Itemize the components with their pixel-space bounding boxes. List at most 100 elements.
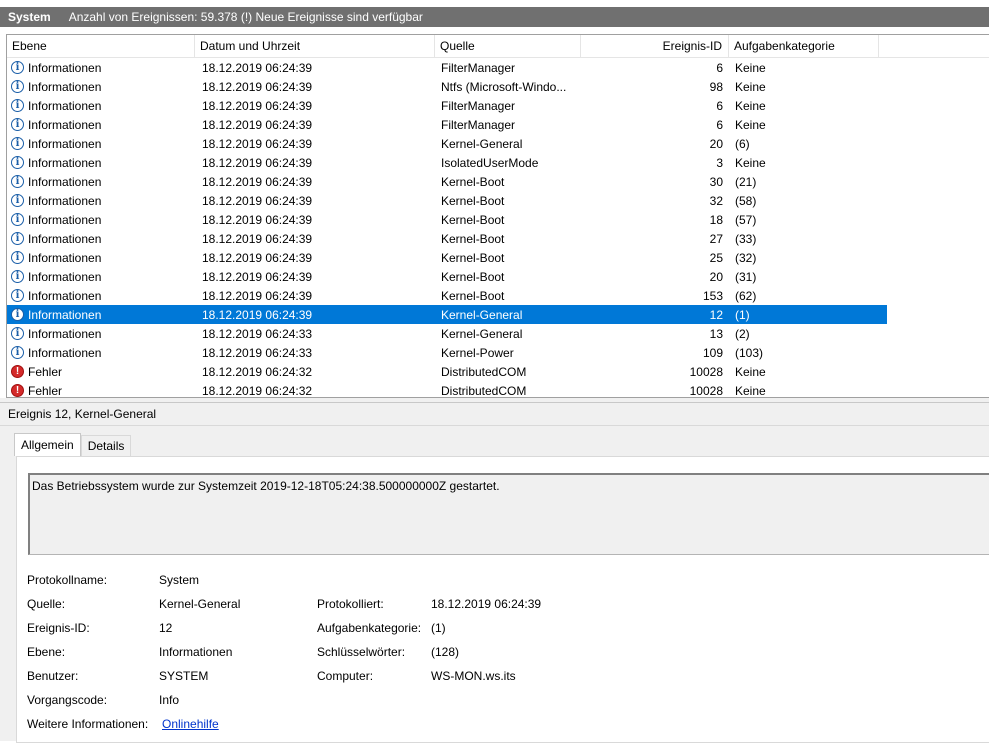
level-text: Informationen: [28, 155, 102, 170]
cell-date: 18.12.2019 06:24:39: [202, 79, 313, 94]
cell-task-category: (32): [735, 250, 757, 265]
error-icon: !: [11, 365, 24, 378]
table-row[interactable]: i Informationen 18.12.2019 06:24:33 Kernel-…: [7, 324, 887, 343]
info-icon: i: [11, 99, 24, 112]
level-text: Informationen: [28, 117, 102, 132]
cell-event-id: 32: [709, 193, 723, 208]
cell-source: DistributedCOM: [441, 383, 527, 398]
cell-task-category: Keine: [735, 383, 766, 398]
level-value: Informationen: [159, 645, 233, 659]
column-header-event-id[interactable]: Ereignis-ID: [581, 35, 729, 57]
user-value: SYSTEM: [159, 669, 209, 683]
cell-event-id: 20: [709, 136, 723, 151]
info-icon: i: [11, 327, 24, 340]
column-header-task-category[interactable]: Aufgabenkategorie: [729, 35, 879, 57]
cell-event-id: 12: [709, 307, 723, 322]
tab-details[interactable]: Details: [80, 435, 132, 456]
level-text: Informationen: [28, 98, 102, 113]
cell-level: i Informationen: [7, 99, 195, 113]
info-icon: i: [11, 251, 24, 264]
source-label: Quelle:: [27, 597, 66, 611]
tab-general[interactable]: Allgemein: [14, 433, 81, 456]
table-row[interactable]: i Informationen 18.12.2019 06:24:39 Kernel-…: [7, 172, 887, 191]
cell-event-id: 6: [716, 98, 723, 113]
info-icon: i: [11, 213, 24, 226]
task-category-label: Aufgabenkategorie:: [317, 621, 422, 635]
column-header-level[interactable]: Ebene: [7, 35, 195, 57]
cell-source: Kernel-Boot: [441, 288, 505, 303]
table-row[interactable]: i Informationen 18.12.2019 06:24:39 FilterM…: [7, 58, 887, 77]
title-bar-strip: System Anzahl von Ereignissen: 59.378 (!…: [0, 7, 989, 27]
cell-date: 18.12.2019 06:24:39: [202, 174, 313, 189]
computer-value: WS-MON.ws.its: [431, 669, 516, 683]
table-row[interactable]: i Informationen 18.12.2019 06:24:39 Ntfs (M…: [7, 77, 887, 96]
cell-task-category: Keine: [735, 117, 766, 132]
cell-date: 18.12.2019 06:24:32: [202, 364, 313, 379]
cell-date: 18.12.2019 06:24:39: [202, 193, 313, 208]
cell-date: 18.12.2019 06:24:39: [202, 155, 313, 170]
cell-level: i Informationen: [7, 156, 195, 170]
cell-event-id: 109: [702, 345, 723, 360]
table-row[interactable]: i Informationen 18.12.2019 06:24:39 Kernel-…: [7, 305, 887, 324]
table-row[interactable]: i Informationen 18.12.2019 06:24:39 FilterM…: [7, 115, 887, 134]
cell-date: 18.12.2019 06:24:39: [202, 136, 313, 151]
cell-level: i Informationen: [7, 80, 195, 94]
event-id-label: Ereignis-ID:: [27, 621, 90, 635]
cell-level: ! Fehler: [7, 383, 195, 398]
cell-source: Kernel-General: [441, 326, 523, 341]
info-icon: i: [11, 289, 24, 302]
table-row[interactable]: ! Fehler 18.12.2019 06:24:32 DistributedCOM…: [7, 381, 887, 398]
info-icon: i: [11, 194, 24, 207]
cell-event-id: 10028: [689, 364, 723, 379]
detail-tabs: Allgemein Details: [14, 433, 132, 456]
cell-date: 18.12.2019 06:24:39: [202, 212, 313, 227]
column-header-source[interactable]: Quelle: [435, 35, 581, 57]
cell-source: FilterManager: [441, 117, 516, 132]
cell-date: 18.12.2019 06:24:33: [202, 345, 313, 360]
table-row[interactable]: i Informationen 18.12.2019 06:24:39 Kernel-…: [7, 267, 887, 286]
cell-task-category: (103): [735, 345, 764, 360]
column-header-date[interactable]: Datum und Uhrzeit: [195, 35, 435, 57]
cell-source: Kernel-Boot: [441, 174, 505, 189]
level-text: Fehler: [28, 383, 63, 398]
logged-label: Protokolliert:: [317, 597, 384, 611]
cell-level: i Informationen: [7, 118, 195, 132]
online-help-link[interactable]: Onlinehilfe: [162, 717, 219, 731]
event-description[interactable]: Das Betriebssystem wurde zur Systemzeit …: [28, 473, 989, 555]
level-text: Informationen: [28, 193, 102, 208]
table-row[interactable]: i Informationen 18.12.2019 06:24:39 Kernel-…: [7, 248, 887, 267]
cell-date: 18.12.2019 06:24:39: [202, 307, 313, 322]
level-text: Informationen: [28, 136, 102, 151]
cell-date: 18.12.2019 06:24:32: [202, 383, 313, 398]
events-table[interactable]: Ebene Datum und Uhrzeit Quelle Ereignis-…: [6, 34, 989, 398]
cell-task-category: (6): [735, 136, 750, 151]
info-icon: i: [11, 175, 24, 188]
table-row[interactable]: i Informationen 18.12.2019 06:24:39 Kernel-…: [7, 229, 887, 248]
cell-date: 18.12.2019 06:24:39: [202, 60, 313, 75]
level-text: Fehler: [28, 364, 63, 379]
cell-task-category: Keine: [735, 364, 766, 379]
table-row[interactable]: i Informationen 18.12.2019 06:24:39 Isolate…: [7, 153, 887, 172]
table-row[interactable]: i Informationen 18.12.2019 06:24:39 Kernel-…: [7, 286, 887, 305]
table-row[interactable]: ! Fehler 18.12.2019 06:24:32 DistributedCOM…: [7, 362, 887, 381]
cell-event-id: 6: [716, 117, 723, 132]
table-row[interactable]: i Informationen 18.12.2019 06:24:39 Kernel-…: [7, 191, 887, 210]
title-bar: System Anzahl von Ereignissen: 59.378 (!…: [0, 0, 989, 32]
cell-event-id: 153: [702, 288, 723, 303]
table-row[interactable]: i Informationen 18.12.2019 06:24:39 Kernel-…: [7, 134, 887, 153]
cell-level: i Informationen: [7, 346, 195, 360]
log-name-value: System: [159, 573, 200, 587]
cell-event-id: 30: [709, 174, 723, 189]
cell-date: 18.12.2019 06:24:39: [202, 269, 313, 284]
level-text: Informationen: [28, 212, 102, 227]
more-info-label: Weitere Informationen:: [27, 717, 149, 731]
level-text: Informationen: [28, 60, 102, 75]
table-row[interactable]: i Informationen 18.12.2019 06:24:39 Kernel-…: [7, 210, 887, 229]
cell-event-id: 25: [709, 250, 723, 265]
user-label: Benutzer:: [27, 669, 79, 683]
cell-level: i Informationen: [7, 213, 195, 227]
table-row[interactable]: i Informationen 18.12.2019 06:24:33 Kernel-…: [7, 343, 887, 362]
cell-level: i Informationen: [7, 137, 195, 151]
info-icon: i: [11, 232, 24, 245]
table-row[interactable]: i Informationen 18.12.2019 06:24:39 FilterM…: [7, 96, 887, 115]
